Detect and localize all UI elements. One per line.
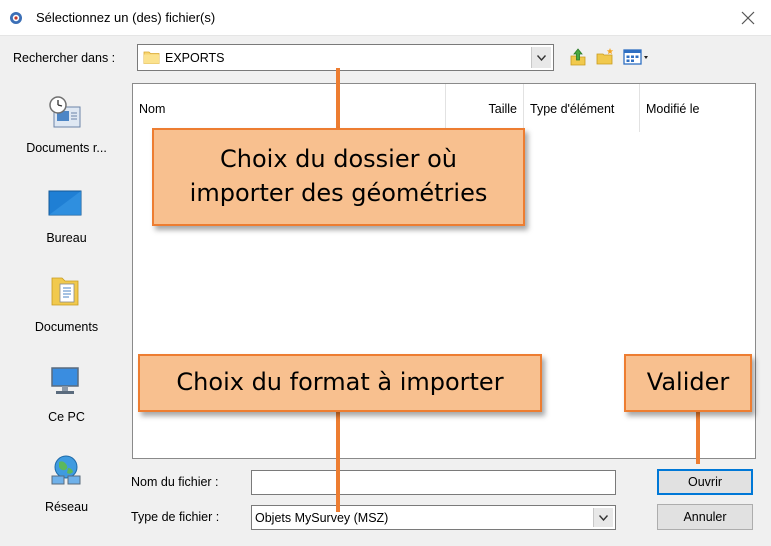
column-header-size[interactable]: Taille (446, 84, 524, 132)
folder-icon (143, 49, 160, 66)
format-callout-connector (336, 410, 340, 512)
column-header-name[interactable]: Nom (133, 84, 446, 132)
network-icon (46, 454, 84, 488)
lookin-label: Rechercher dans : (13, 51, 116, 65)
folder-callout: Choix du dossier où importer des géométr… (152, 128, 525, 226)
app-icon (9, 11, 23, 25)
filetype-value: Objets MySurvey (MSZ) (255, 511, 389, 525)
open-button[interactable]: Ouvrir (657, 469, 753, 495)
places-bar: Documents r... Bureau Documents Ce PC Ré… (12, 79, 121, 537)
computer-icon (46, 364, 84, 398)
place-desktop[interactable]: Bureau (12, 179, 121, 259)
new-folder-button[interactable] (594, 46, 616, 68)
filetype-label: Type de fichier : (131, 510, 220, 524)
lookin-combobox[interactable]: EXPORTS (137, 44, 554, 71)
up-one-level-button[interactable] (567, 46, 589, 68)
column-header-modified[interactable]: Modifié le (640, 84, 754, 132)
validate-callout-connector (696, 410, 700, 464)
cancel-button[interactable]: Annuler (657, 504, 753, 530)
place-network[interactable]: Réseau (12, 448, 121, 528)
filename-label: Nom du fichier : (131, 475, 219, 489)
window-title: Sélectionnez un (des) fichier(s) (36, 10, 216, 25)
place-label: Documents r... (26, 141, 107, 155)
place-this-pc[interactable]: Ce PC (12, 358, 121, 438)
column-header-type[interactable]: Type d'élément (524, 84, 640, 132)
up-folder-icon (570, 48, 586, 66)
filename-input[interactable] (251, 470, 616, 495)
chevron-down-icon (599, 514, 608, 521)
chevron-down-icon (537, 54, 546, 61)
recent-documents-icon (46, 95, 84, 129)
close-button[interactable] (725, 0, 771, 36)
place-label: Réseau (44, 500, 89, 514)
folder-callout-connector (336, 68, 340, 130)
documents-folder-icon (46, 274, 84, 308)
close-icon (741, 11, 755, 25)
view-menu-icon (623, 49, 648, 65)
place-documents[interactable]: Documents (12, 268, 121, 348)
validate-callout: Valider (624, 354, 752, 412)
place-recent-documents[interactable]: Documents r... (12, 89, 121, 169)
format-callout: Choix du format à importer (138, 354, 542, 412)
filetype-combobox[interactable]: Objets MySurvey (MSZ) (251, 505, 616, 530)
filetype-dropdown-arrow[interactable] (593, 508, 613, 527)
place-label: Documents (34, 320, 99, 334)
title-bar: Sélectionnez un (des) fichier(s) (0, 0, 771, 36)
desktop-icon (46, 185, 84, 219)
new-folder-icon (596, 48, 614, 65)
place-label: Ce PC (48, 410, 85, 424)
place-label: Bureau (46, 231, 87, 245)
lookin-value: EXPORTS (165, 51, 225, 65)
view-menu-button[interactable] (621, 46, 653, 68)
lookin-dropdown-arrow[interactable] (531, 47, 551, 68)
